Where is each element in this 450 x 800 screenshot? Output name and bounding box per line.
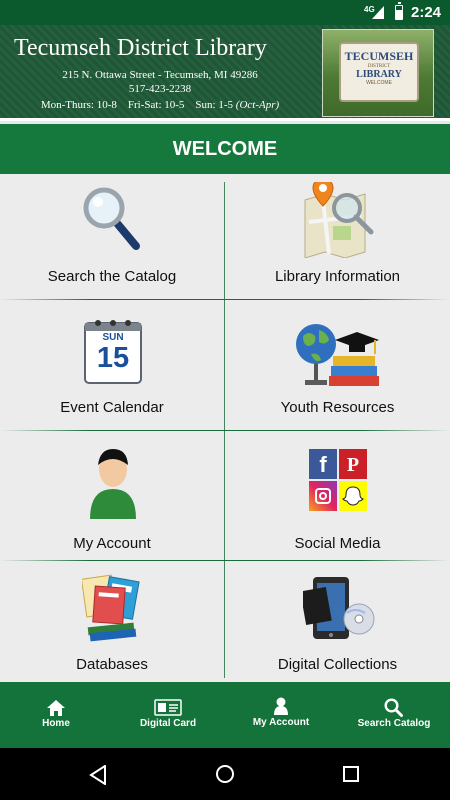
- tile-youth-resources[interactable]: Youth Resources: [225, 300, 450, 430]
- menu-grid: Search the Catalog Library Information S…: [0, 174, 450, 682]
- snapchat-icon: [339, 481, 367, 511]
- calendar-date: 15: [96, 342, 130, 374]
- library-sign-photo: TECUMSEH DISTRICT LIBRARY WELCOME: [322, 29, 434, 117]
- globe-books-icon: [296, 324, 379, 386]
- welcome-header: WELCOME: [0, 124, 450, 174]
- card-icon: [154, 699, 182, 716]
- library-banner: Tecumseh District Library 215 N. Ottawa …: [0, 25, 450, 121]
- map-magnifier-icon: [304, 182, 374, 258]
- person-icon: [274, 697, 288, 715]
- library-address: 215 N. Ottawa Street - Tecumseh, MI 4928…: [62, 69, 258, 81]
- signal-icon: [372, 6, 384, 19]
- instagram-icon: [309, 481, 337, 511]
- library-phone: 517-423-2238: [128, 83, 192, 95]
- nav-label: Home: [42, 718, 70, 729]
- hours-note: (Oct-Apr): [235, 99, 280, 111]
- tile-label: Library Information: [274, 268, 401, 285]
- nav-label: Search Catalog: [357, 718, 431, 729]
- tile-label: Search the Catalog: [47, 268, 177, 285]
- tile-label: My Account: [73, 535, 151, 552]
- tile-label: Social Media: [294, 535, 381, 552]
- clock: 2:24: [411, 4, 442, 21]
- sign-line-4: WELCOME: [366, 80, 392, 86]
- nav-home[interactable]: Home: [0, 682, 112, 748]
- devices-icon: [303, 577, 375, 639]
- bottom-navigation: Home Digital Card My Account Search Cata…: [0, 682, 450, 748]
- tile-library-information[interactable]: Library Information: [225, 174, 450, 299]
- sign-line-1: TECUMSEH: [344, 49, 414, 63]
- tile-label: Event Calendar: [60, 399, 164, 416]
- tile-event-calendar[interactable]: SUN 15 Event Calendar: [0, 300, 224, 430]
- tile-digital-collections[interactable]: Digital Collections: [225, 561, 450, 682]
- library-title: Tecumseh District Library: [14, 35, 267, 61]
- facebook-icon: f: [309, 449, 337, 479]
- nav-label: Digital Card: [139, 718, 197, 729]
- tile-my-account[interactable]: My Account: [0, 431, 224, 560]
- person-icon: [90, 449, 136, 519]
- search-icon: [384, 698, 403, 717]
- app-screen: 4G 2:24 Tecumseh District Library 215 N.…: [0, 0, 450, 800]
- recents-icon[interactable]: [342, 765, 360, 783]
- library-hours: Mon-Thurs: 10-8 Fri-Sat: 10-5 Sun: 1-5 (…: [0, 99, 320, 111]
- tile-databases[interactable]: Databases: [0, 561, 224, 682]
- social-media-icon: f P: [309, 449, 367, 511]
- status-bar: 4G 2:24: [0, 0, 450, 25]
- tile-label: Databases: [76, 656, 148, 673]
- battery-icon: [395, 2, 403, 20]
- tile-search-catalog[interactable]: Search the Catalog: [0, 174, 224, 299]
- pinterest-icon: P: [339, 449, 367, 479]
- library-sign: TECUMSEH DISTRICT LIBRARY WELCOME: [339, 42, 419, 102]
- magnifier-icon: [83, 187, 140, 250]
- tile-social-media[interactable]: f P Social Media: [225, 431, 450, 560]
- system-navigation-bar: [0, 748, 450, 800]
- back-icon[interactable]: [89, 765, 107, 785]
- nav-my-account[interactable]: My Account: [225, 682, 337, 748]
- hours-text: Mon-Thurs: 10-8 Fri-Sat: 10-5 Sun: 1-5: [40, 99, 234, 111]
- home-circle-icon[interactable]: [215, 764, 235, 784]
- tile-label: Youth Resources: [280, 399, 395, 416]
- nav-search-catalog[interactable]: Search Catalog: [338, 682, 450, 748]
- sign-line-3: LIBRARY: [356, 69, 402, 80]
- tile-label: Digital Collections: [277, 656, 398, 673]
- magazines-icon: [82, 574, 140, 642]
- nav-label: My Account: [252, 717, 310, 728]
- nav-digital-card[interactable]: Digital Card: [112, 682, 224, 748]
- home-icon: [47, 700, 65, 716]
